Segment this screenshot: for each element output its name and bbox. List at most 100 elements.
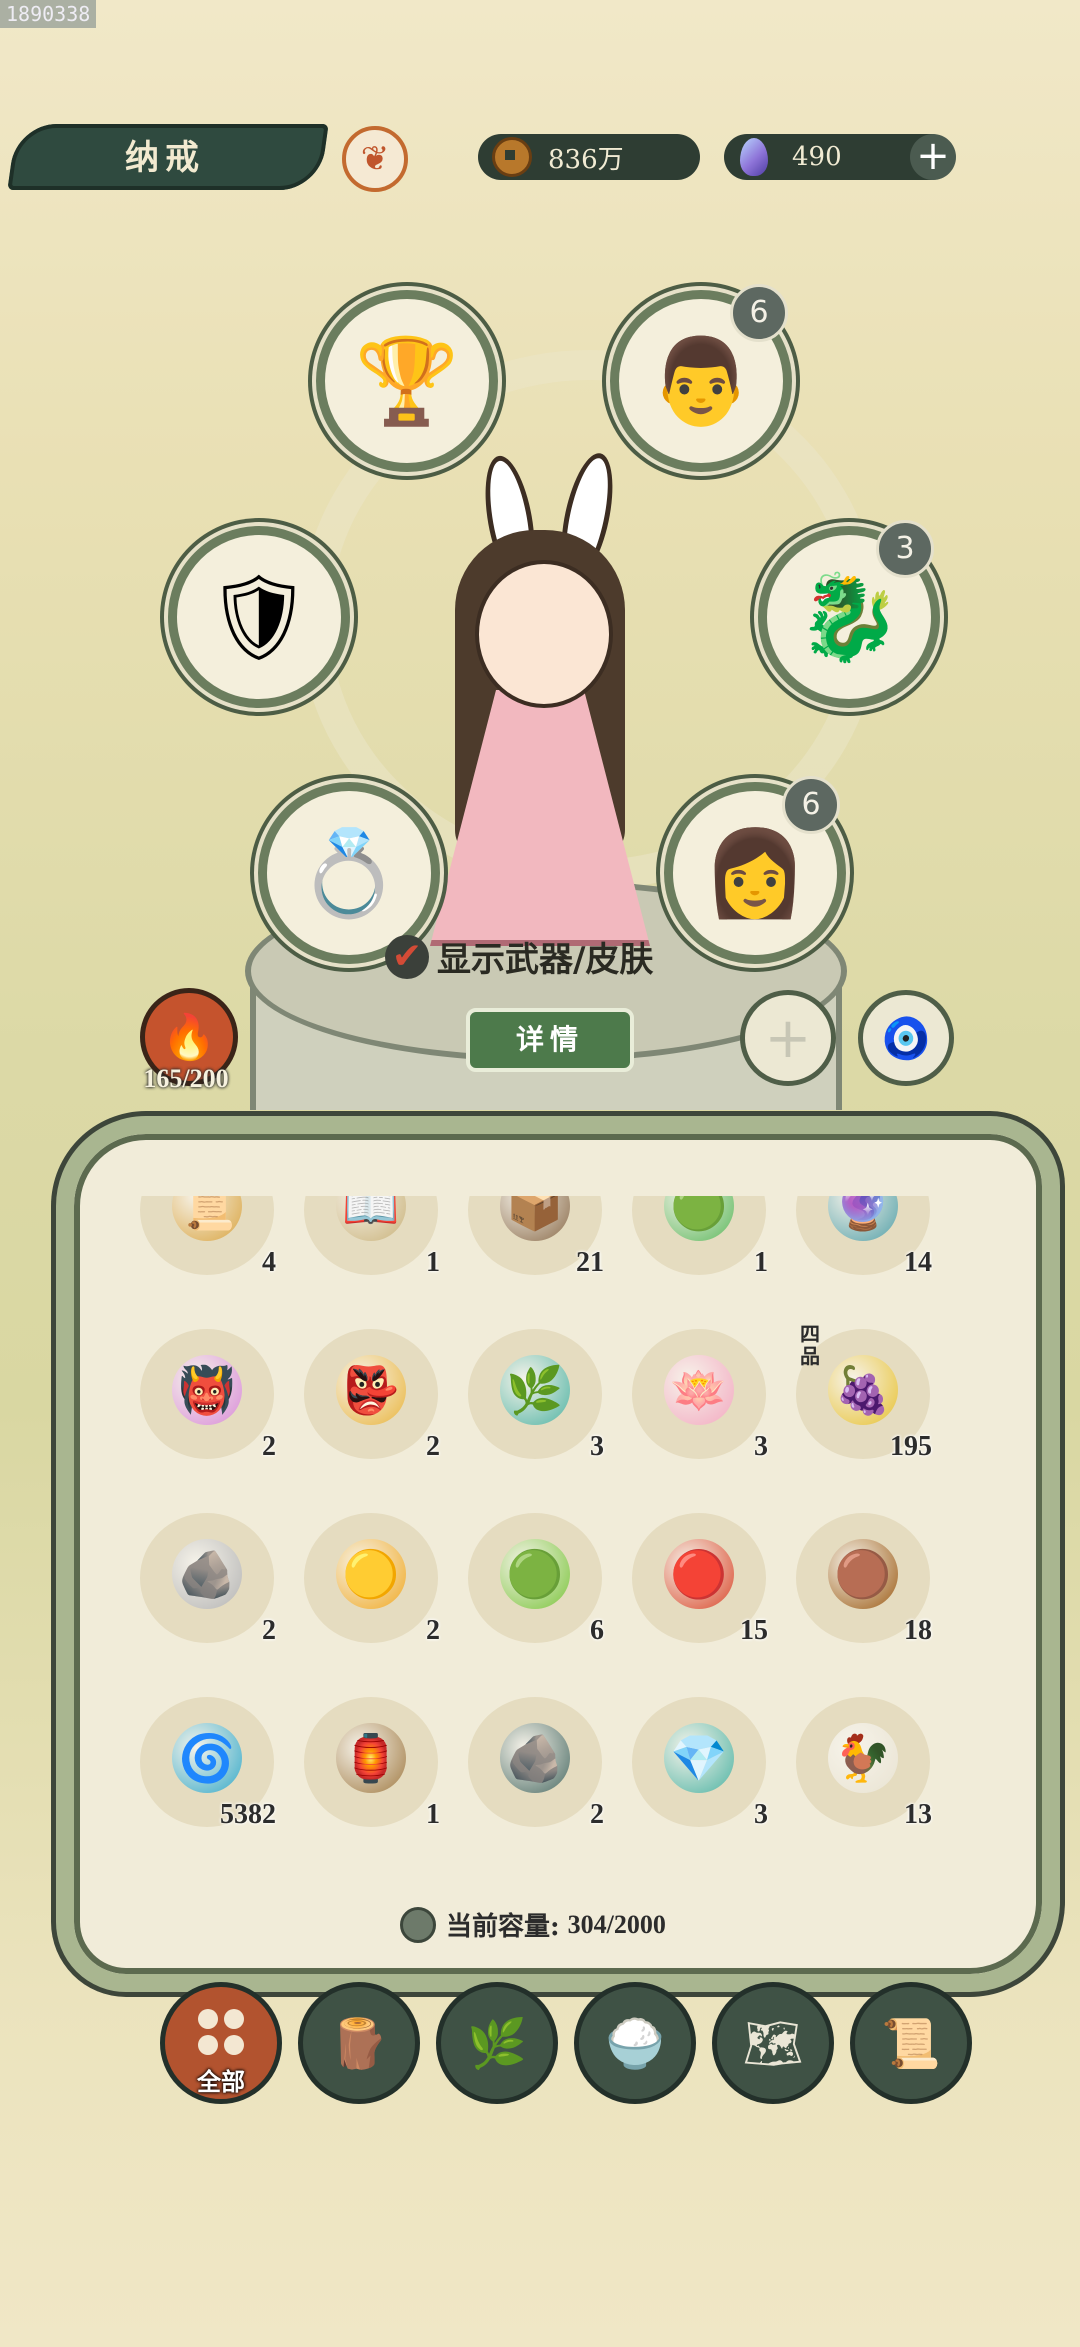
item-quantity: 2 [426, 1615, 440, 1646]
golden-armor-icon: 🛡 [205, 567, 313, 666]
bag-icon [400, 1906, 436, 1943]
inventory-item[interactable]: 🔮 14 [776, 1196, 940, 1279]
jade-pendant-icon: 🧿 [881, 1015, 931, 1062]
phoenix-emblem-icon[interactable]: ❦ [342, 126, 408, 192]
herb-sprig-icon: 🌿 [467, 2015, 527, 2072]
equip-slot-weapon[interactable]: 🏆 [316, 290, 498, 472]
inventory-item[interactable]: 👺 2 [284, 1325, 448, 1463]
capacity-label: 当前容量: [446, 1912, 560, 1942]
lady-portrait-icon: 👩 [702, 823, 808, 922]
tab-materials[interactable]: 🪵 [298, 1982, 420, 2104]
water-beast-icon: 🐉 [796, 567, 902, 666]
item-quantity: 3 [754, 1799, 768, 1830]
tab-food[interactable]: 🍚 [574, 1982, 696, 2104]
item-icon: 🟤 [828, 1539, 898, 1609]
tab-fragments[interactable]: 🗺 [712, 1982, 834, 2104]
pendant-button[interactable]: 🧿 [858, 990, 954, 1086]
spirit-gem-icon [740, 138, 768, 176]
inventory-item[interactable]: 📜 4 [120, 1196, 284, 1279]
item-icon: 🌀 [172, 1723, 242, 1793]
inventory-item[interactable]: 💎 3 [612, 1693, 776, 1831]
item-icon: 🪷 [664, 1355, 734, 1425]
plus-icon: + [764, 1005, 812, 1071]
item-icon: 🍇 [828, 1355, 898, 1425]
jade-ring-icon: 💍 [296, 823, 402, 922]
equip-slot-armor[interactable]: 🛡 [168, 526, 350, 708]
inventory-item[interactable]: 🍇 四品 195 [776, 1322, 940, 1463]
pet-count: 165/200 [143, 1064, 229, 1093]
slot-badge: 6 [782, 776, 840, 834]
item-quantity: 1 [426, 1799, 440, 1830]
inventory-item[interactable]: 🔴 15 [612, 1509, 776, 1647]
tab-all[interactable]: 全部 [160, 1982, 282, 2104]
inventory-item[interactable]: 🏮 1 [284, 1693, 448, 1831]
gem-amount: 490 [792, 142, 842, 172]
inventory-item[interactable]: 🟡 2 [284, 1509, 448, 1647]
slot-badge: 6 [730, 284, 788, 342]
watermark: 1890338 [0, 0, 97, 28]
add-slot-button[interactable]: + [740, 990, 836, 1086]
item-quantity: 5382 [220, 1799, 276, 1830]
coin-amount: 836万 [548, 144, 624, 175]
checkmark-icon: ✔ [385, 934, 429, 979]
slot-badge: 3 [876, 520, 934, 578]
log-wood-icon: 🪵 [329, 2015, 389, 2072]
item-quantity: 195 [890, 1431, 932, 1462]
show-skin-label: 显示武器/皮肤 [437, 940, 654, 980]
item-quantity: 2 [262, 1431, 276, 1462]
flame-beast-icon: 🔥 [161, 1012, 217, 1063]
tab-all-label: 全部 [197, 2067, 245, 2096]
details-button[interactable]: 详情 [466, 1008, 634, 1072]
item-quantity: 18 [904, 1615, 932, 1646]
add-gems-button[interactable]: + [910, 134, 956, 180]
inventory-item[interactable]: 📖 1 [284, 1196, 448, 1279]
item-quantity: 6 [590, 1615, 604, 1646]
inventory-item[interactable]: 🟤 18 [776, 1509, 940, 1647]
item-icon: 🐓 [828, 1723, 898, 1793]
all-grid-icon [198, 2009, 244, 2055]
item-quantity: 3 [754, 1431, 768, 1462]
tab-herbs[interactable]: 🌿 [436, 1982, 558, 2104]
item-icon: 👺 [336, 1355, 406, 1425]
inventory-item[interactable]: 🪨 2 [120, 1509, 284, 1647]
map-fragment-icon: 🗺 [742, 2015, 804, 2072]
inventory-item[interactable]: 🟢 1 [612, 1196, 776, 1279]
capacity-value: 304/2000 [567, 1909, 666, 1939]
inventory-item[interactable]: 🌀 5382 [120, 1693, 284, 1831]
inventory-item[interactable]: 🪷 3 [612, 1325, 776, 1463]
inventory-item[interactable]: 🌿 3 [448, 1325, 612, 1463]
item-quantity: 1 [754, 1247, 768, 1278]
item-icon: 🪨 [500, 1723, 570, 1793]
item-grade: 四品 [800, 1322, 820, 1368]
item-icon: 💎 [664, 1723, 734, 1793]
gem-counter: 490 + [724, 134, 956, 180]
item-quantity: 1 [426, 1247, 440, 1278]
character-face [475, 560, 613, 708]
inventory-grid[interactable]: 📜 4 📖 1 📦 21 🟢 1 🔮 14 👹 2 👺 2 🌿 3 🪷 3 🍇 四品 195 🪨 2 🟡 2 🟢 6 🔴 15 🟤 18 🌀 5… [120, 1196, 980, 1886]
item-icon: 🪨 [172, 1539, 242, 1609]
lotus-goblet-icon: 🏆 [354, 331, 460, 430]
official-portrait-icon: 👨 [648, 331, 754, 430]
inventory-item[interactable]: 🪨 2 [448, 1693, 612, 1831]
tab-scrolls[interactable]: 📜 [850, 1982, 972, 2104]
item-icon: 🏮 [336, 1723, 406, 1793]
item-quantity: 21 [576, 1247, 604, 1278]
item-quantity: 4 [262, 1247, 276, 1278]
scroll-icon: 📜 [881, 2015, 941, 2072]
item-quantity: 2 [262, 1615, 276, 1646]
page-title: 纳戒 [125, 138, 205, 178]
item-quantity: 3 [590, 1431, 604, 1462]
inventory-item[interactable]: 📦 21 [448, 1196, 612, 1279]
item-icon: 🟡 [336, 1539, 406, 1609]
category-tabs: 全部 🪵 🌿 🍚 🗺 📜 [160, 1982, 972, 2104]
inventory-item[interactable]: 🟢 6 [448, 1509, 612, 1647]
item-quantity: 14 [904, 1247, 932, 1278]
show-skin-toggle[interactable]: ✔ 显示武器/皮肤 [385, 932, 653, 981]
inventory-item[interactable]: 👹 2 [120, 1325, 284, 1463]
coin-counter: 836万 [478, 134, 700, 180]
item-quantity: 2 [426, 1431, 440, 1462]
inventory-item[interactable]: 🐓 13 [776, 1693, 940, 1831]
item-quantity: 2 [590, 1799, 604, 1830]
copper-coin-icon [492, 137, 532, 177]
item-icon: 🔴 [664, 1539, 734, 1609]
